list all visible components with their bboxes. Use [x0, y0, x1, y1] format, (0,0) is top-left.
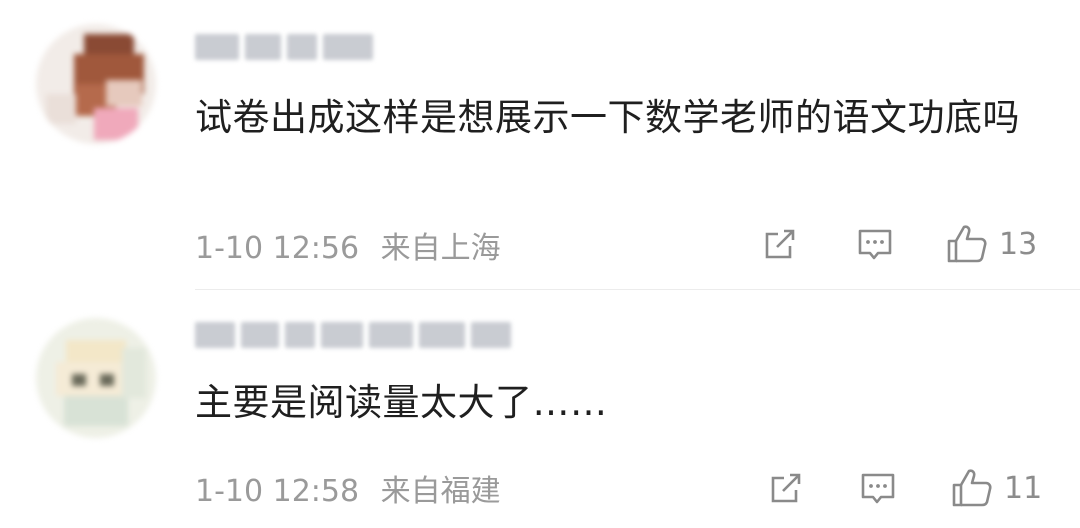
like-button[interactable]: 13 [945, 222, 1037, 266]
like-count: 11 [1004, 470, 1043, 506]
avatar[interactable] [36, 24, 156, 144]
comment-text: 试卷出成这样是想展示一下数学老师的语文功底吗 [195, 96, 1020, 139]
avatar[interactable] [36, 318, 156, 438]
comment-icon [858, 468, 898, 508]
thumbs-up-icon [945, 222, 989, 266]
thumbs-up-icon [950, 466, 994, 510]
like-count: 13 [999, 226, 1038, 262]
share-button[interactable] [766, 466, 806, 510]
share-icon [760, 224, 800, 264]
comment-icon [855, 224, 895, 264]
comment-actions: 13 [0, 222, 1080, 266]
share-button[interactable] [760, 222, 800, 266]
username[interactable] [195, 322, 511, 348]
comment-actions: 11 [0, 466, 1080, 510]
reply-button[interactable] [858, 466, 898, 510]
username[interactable] [195, 34, 373, 60]
comment-item: 主要是阅读量太大了…… 1-10 12:58 来自福建 11 [0, 290, 1080, 528]
like-button[interactable]: 11 [950, 466, 1042, 510]
comment-item: 试卷出成这样是想展示一下数学老师的语文功底吗 1-10 12:56 来自上海 1… [0, 0, 1080, 290]
reply-button[interactable] [855, 222, 895, 266]
comment-text: 主要是阅读量太大了…… [195, 381, 608, 424]
share-icon [766, 468, 806, 508]
